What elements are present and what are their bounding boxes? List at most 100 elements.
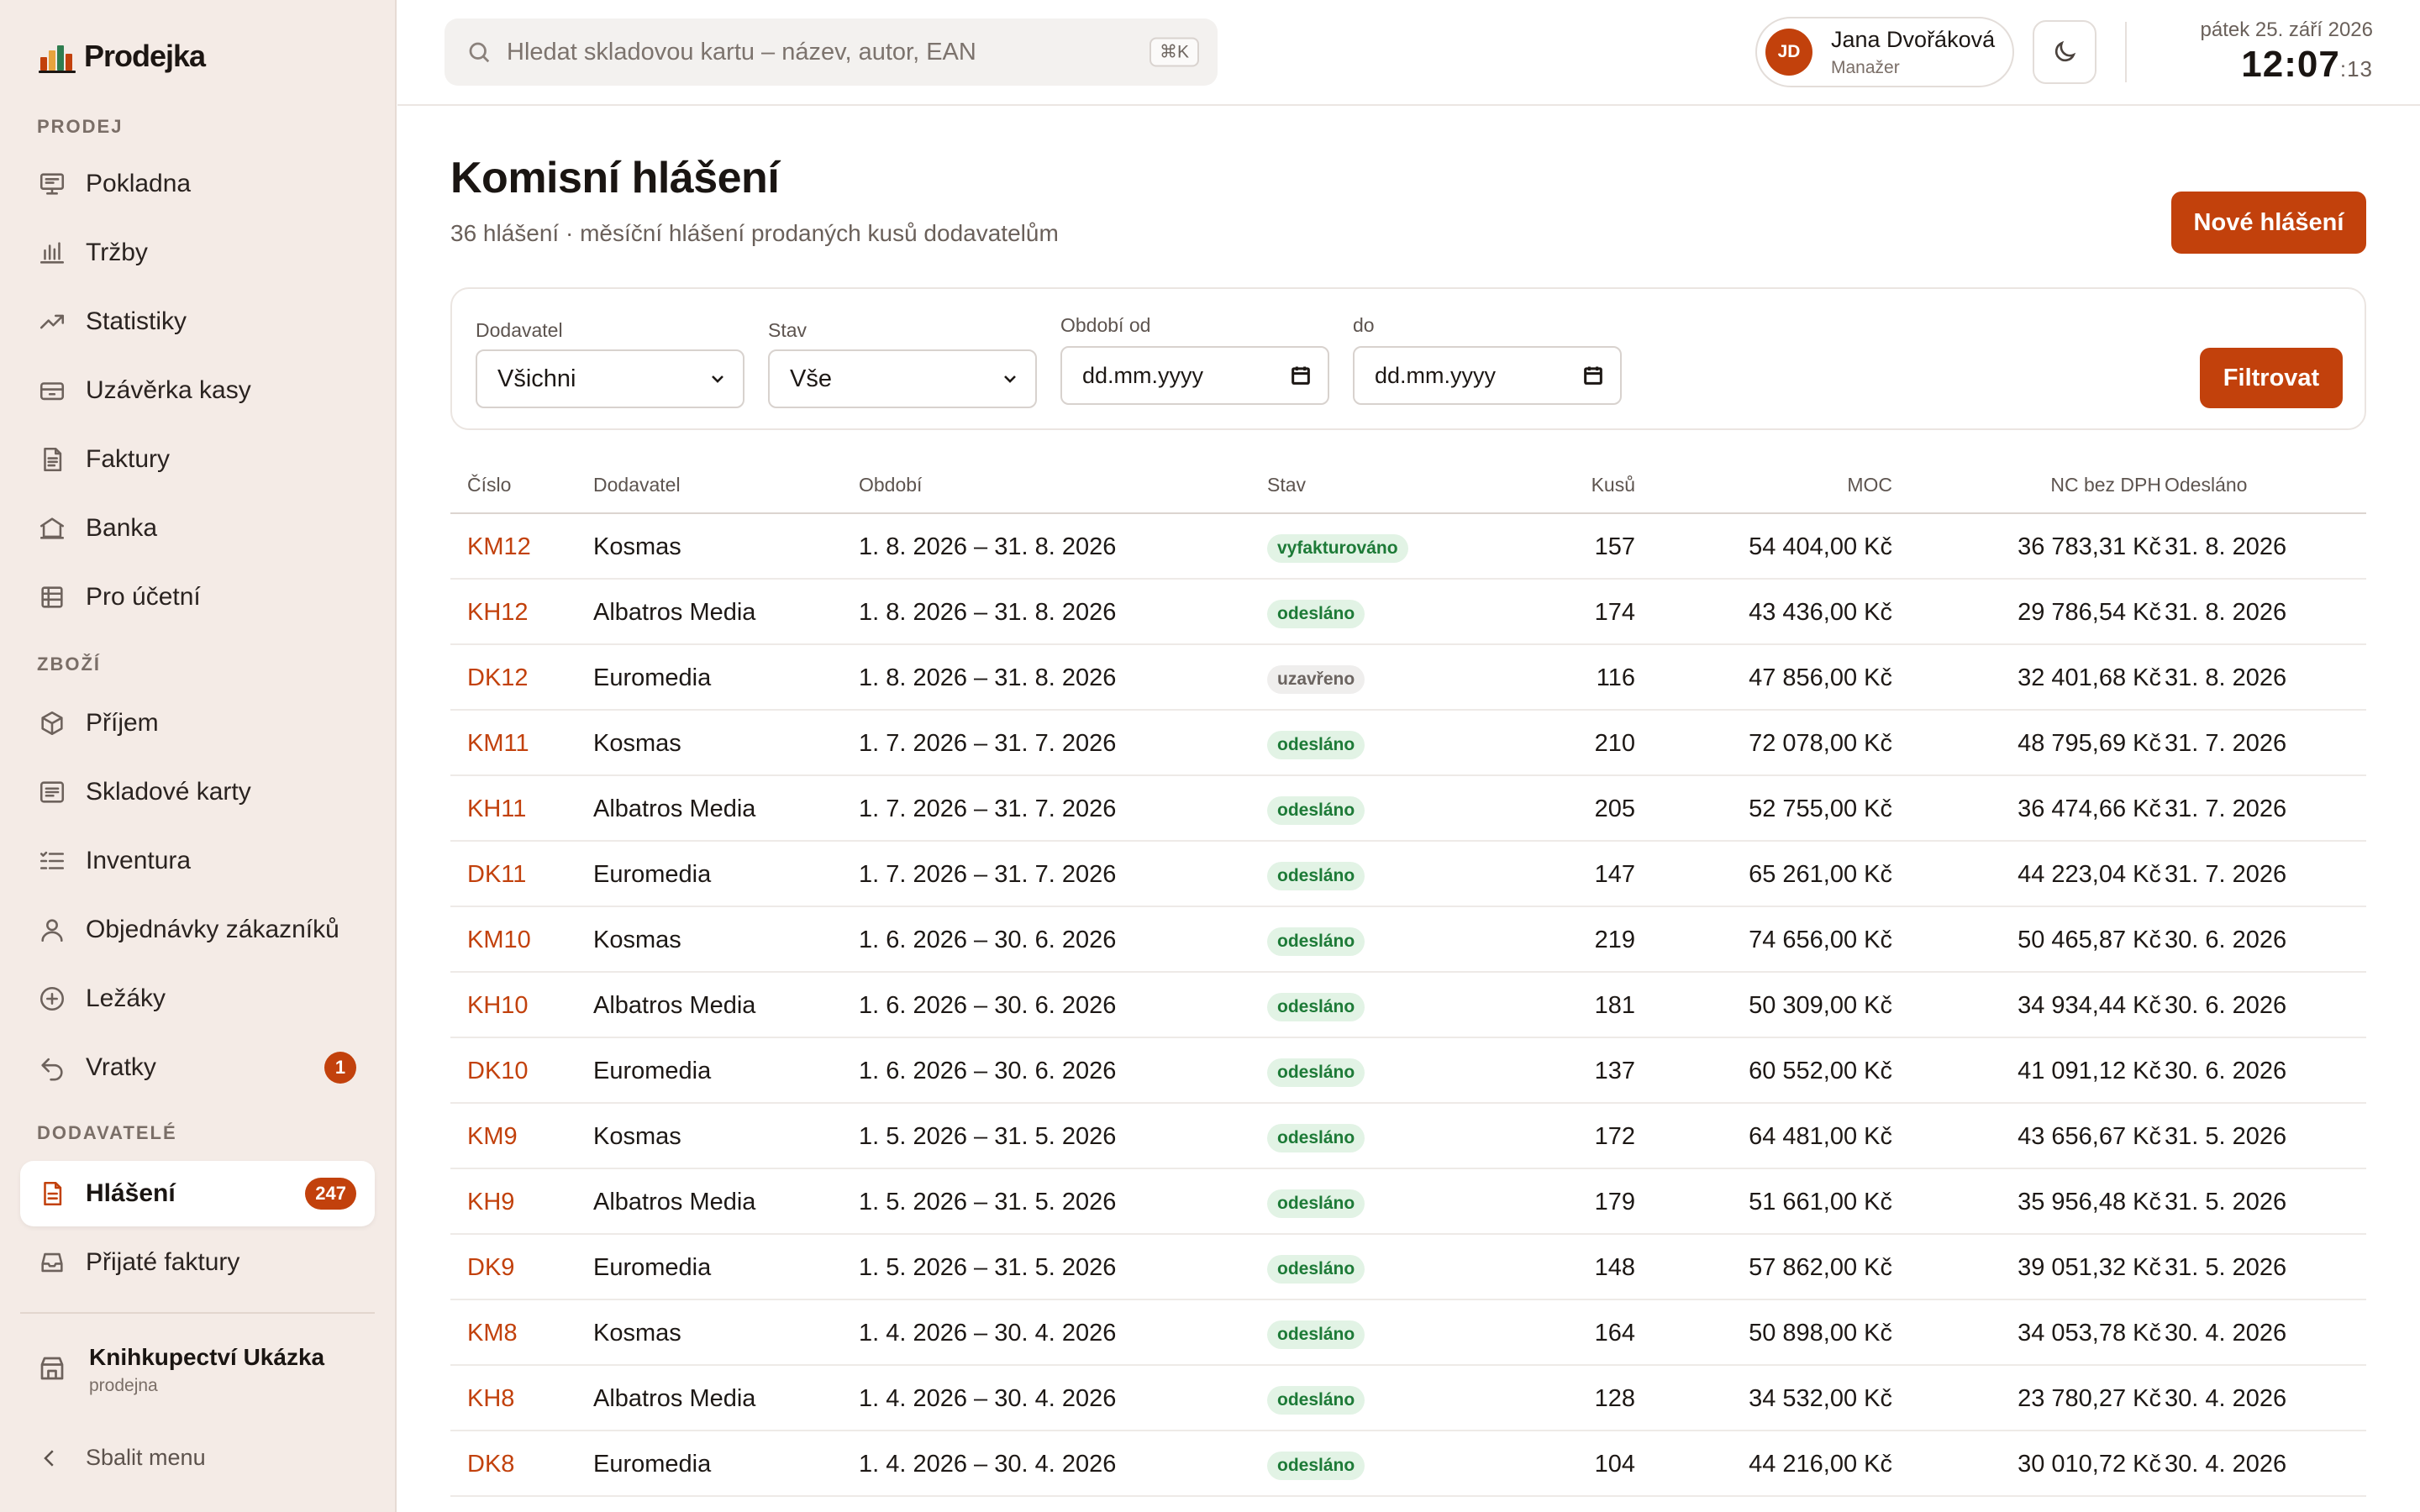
- period-cell: 1. 7. 2026 – 31. 7. 2026: [859, 730, 1117, 757]
- sidebar-item-faktury[interactable]: Faktury: [20, 427, 375, 492]
- report-number-link[interactable]: DK12: [467, 645, 529, 711]
- supplier-cell: Kosmas: [593, 1320, 681, 1347]
- date-to-input[interactable]: dd.mm.yyyy: [1353, 346, 1622, 405]
- sent-date-cell: 30. 4. 2026: [2165, 1320, 2287, 1347]
- sidebar-item-prijem[interactable]: Příjem: [20, 690, 375, 756]
- quantity-cell: 104: [1594, 1451, 1635, 1478]
- filter-button[interactable]: Filtrovat: [2200, 348, 2343, 408]
- table-row[interactable]: DK12 Euromedia 1. 8. 2026 – 31. 8. 2026 uza…: [450, 645, 2366, 711]
- sidebar-item-statistiky[interactable]: Statistiky: [20, 289, 375, 354]
- sent-date-cell: 31. 7. 2026: [2165, 861, 2287, 888]
- user-menu[interactable]: JD Jana Dvořáková Manažer: [1755, 17, 2014, 87]
- report-number-link[interactable]: KH8: [467, 1366, 514, 1431]
- period-cell: 1. 6. 2026 – 30. 6. 2026: [859, 992, 1117, 1019]
- report-number-link[interactable]: DK9: [467, 1235, 514, 1300]
- sidebar-item-objednavky-zakazniku[interactable]: Objednávky zákazníků: [20, 897, 375, 963]
- supplier-cell: Albatros Media: [593, 795, 756, 822]
- nc-cell: 23 780,27 Kč: [2018, 1385, 2161, 1412]
- search-box[interactable]: ⌘K: [445, 18, 1218, 86]
- app-logo[interactable]: Prodejka: [39, 39, 206, 74]
- column-header-obdobi[interactable]: Období: [859, 474, 922, 496]
- nc-cell: 44 223,04 Kč: [2018, 861, 2161, 888]
- moc-cell: 43 436,00 Kč: [1749, 599, 1892, 626]
- sidebar-item-banka[interactable]: Banka: [20, 496, 375, 561]
- table-row[interactable]: KH10 Albatros Media 1. 6. 2026 – 30. 6. 20…: [450, 973, 2366, 1038]
- table-row[interactable]: KH8 Albatros Media 1. 4. 2026 – 30. 4. 202…: [450, 1366, 2366, 1431]
- report-number-link[interactable]: DK10: [467, 1038, 529, 1104]
- column-header-dodavatel[interactable]: Dodavatel: [593, 474, 681, 496]
- avatar: JD: [1765, 29, 1812, 76]
- column-header-odeslano[interactable]: Odesláno: [2165, 474, 2247, 496]
- status-select[interactable]: Vše: [768, 349, 1037, 408]
- quantity-cell: 210: [1594, 730, 1635, 757]
- sidebar-item-trzby[interactable]: Tržby: [20, 220, 375, 286]
- nc-cell: 34 934,44 Kč: [2018, 992, 2161, 1019]
- search-icon: [469, 42, 490, 63]
- checklist-icon: [37, 846, 67, 876]
- calendar-icon[interactable]: [1581, 364, 1605, 387]
- clock: pátek 25. září 2026 12:07:13: [2201, 18, 2373, 86]
- report-number-link[interactable]: DK11: [467, 842, 526, 907]
- shop-switcher[interactable]: Knihkupectví Ukázka prodejna: [37, 1344, 324, 1396]
- sent-date-cell: 31. 8. 2026: [2165, 533, 2287, 560]
- report-number-link[interactable]: KM11: [467, 711, 529, 776]
- dark-mode-toggle[interactable]: [2033, 20, 2096, 84]
- status-badge: odesláno: [1267, 927, 1365, 956]
- table-row[interactable]: KM12 Kosmas 1. 8. 2026 – 31. 8. 2026 vyfakt…: [450, 514, 2366, 580]
- report-number-link[interactable]: KH10: [467, 973, 529, 1038]
- period-cell: 1. 4. 2026 – 30. 4. 2026: [859, 1320, 1117, 1347]
- sidebar-item-pokladna[interactable]: Pokladna: [20, 151, 375, 217]
- column-header-stav[interactable]: Stav: [1267, 474, 1306, 496]
- period-cell: 1. 8. 2026 – 31. 8. 2026: [859, 533, 1117, 560]
- sidebar-item-lezaky[interactable]: Ležáky: [20, 966, 375, 1032]
- sidebar-item-uzaverka-kasy[interactable]: Uzávěrka kasy: [20, 358, 375, 423]
- table-row[interactable]: DK10 Euromedia 1. 6. 2026 – 30. 6. 2026 ode…: [450, 1038, 2366, 1104]
- sidebar-item-pro-ucetni[interactable]: Pro účetní: [20, 564, 375, 630]
- sidebar-item-inventura[interactable]: Inventura: [20, 828, 375, 894]
- topbar: ⌘K JD Jana Dvořáková Manažer pátek 25. z…: [397, 0, 2420, 106]
- date-from-input[interactable]: dd.mm.yyyy: [1060, 346, 1329, 405]
- search-input[interactable]: [507, 38, 1145, 66]
- sidebar-item-prijate-faktury[interactable]: Přijaté faktury: [20, 1230, 375, 1295]
- period-cell: 1. 6. 2026 – 30. 6. 2026: [859, 1058, 1117, 1084]
- sidebar-item-label: Inventura: [86, 847, 192, 874]
- sidebar-item-hlaseni[interactable]: Hlášení 247: [20, 1161, 375, 1226]
- table-row[interactable]: DK9 Euromedia 1. 5. 2026 – 31. 5. 2026 odes…: [450, 1235, 2366, 1300]
- sidebar-item-skladove-karty[interactable]: Skladové karty: [20, 759, 375, 825]
- report-number-link[interactable]: KH11: [467, 776, 526, 842]
- report-number-link[interactable]: KM10: [467, 907, 531, 973]
- table-row[interactable]: KM10 Kosmas 1. 6. 2026 – 30. 6. 2026 odeslá…: [450, 907, 2366, 973]
- report-number-link[interactable]: KM8: [467, 1300, 518, 1366]
- period-cell: 1. 4. 2026 – 30. 4. 2026: [859, 1385, 1117, 1412]
- sent-date-cell: 31. 5. 2026: [2165, 1123, 2287, 1150]
- report-number-link[interactable]: KM9: [467, 1104, 518, 1169]
- sidebar-item-label: Skladové karty: [86, 778, 251, 806]
- table-row[interactable]: KM11 Kosmas 1. 7. 2026 – 31. 7. 2026 odeslá…: [450, 711, 2366, 776]
- date-from-label: Období od: [1060, 314, 1151, 336]
- trend-line-icon: [37, 307, 67, 337]
- quantity-cell: 147: [1594, 861, 1635, 888]
- table-row[interactable]: KH9 Albatros Media 1. 5. 2026 – 31. 5. 202…: [450, 1169, 2366, 1235]
- table-row[interactable]: KM8 Kosmas 1. 4. 2026 – 30. 4. 2026 odeslán…: [450, 1300, 2366, 1366]
- table-row[interactable]: DK8 Euromedia 1. 4. 2026 – 30. 4. 2026 odes…: [450, 1431, 2366, 1497]
- column-header-cislo[interactable]: Číslo: [467, 474, 511, 496]
- table-row[interactable]: KM9 Kosmas 1. 5. 2026 – 31. 5. 2026 odeslán…: [450, 1104, 2366, 1169]
- table-row[interactable]: KH11 Albatros Media 1. 7. 2026 – 31. 7. 20…: [450, 776, 2366, 842]
- column-header-kusu[interactable]: Kusů: [1518, 474, 1635, 496]
- nc-cell: 39 051,32 Kč: [2018, 1254, 2161, 1281]
- sidebar-item-vratky[interactable]: Vratky 1: [20, 1035, 375, 1100]
- supplier-select[interactable]: Všichni: [476, 349, 744, 408]
- nc-cell: 35 956,48 Kč: [2018, 1189, 2161, 1215]
- column-header-nc-bez-dph[interactable]: NC bez DPH: [1946, 474, 2161, 496]
- table-row[interactable]: KH12 Albatros Media 1. 8. 2026 – 31. 8. 20…: [450, 580, 2366, 645]
- report-number-link[interactable]: DK8: [467, 1431, 514, 1497]
- report-number-link[interactable]: KH12: [467, 580, 529, 645]
- table-row[interactable]: DK11 Euromedia 1. 7. 2026 – 31. 7. 2026 ode…: [450, 842, 2366, 907]
- collapse-menu-button[interactable]: Sbalit menu: [37, 1445, 206, 1471]
- report-number-link[interactable]: KH9: [467, 1169, 514, 1235]
- new-report-button[interactable]: Nové hlášení: [2171, 192, 2366, 254]
- search-shortcut-hint: ⌘K: [1149, 37, 1199, 67]
- calendar-icon[interactable]: [1289, 364, 1313, 387]
- column-header-moc[interactable]: MOC: [1694, 474, 1892, 496]
- report-number-link[interactable]: KM12: [467, 514, 531, 580]
